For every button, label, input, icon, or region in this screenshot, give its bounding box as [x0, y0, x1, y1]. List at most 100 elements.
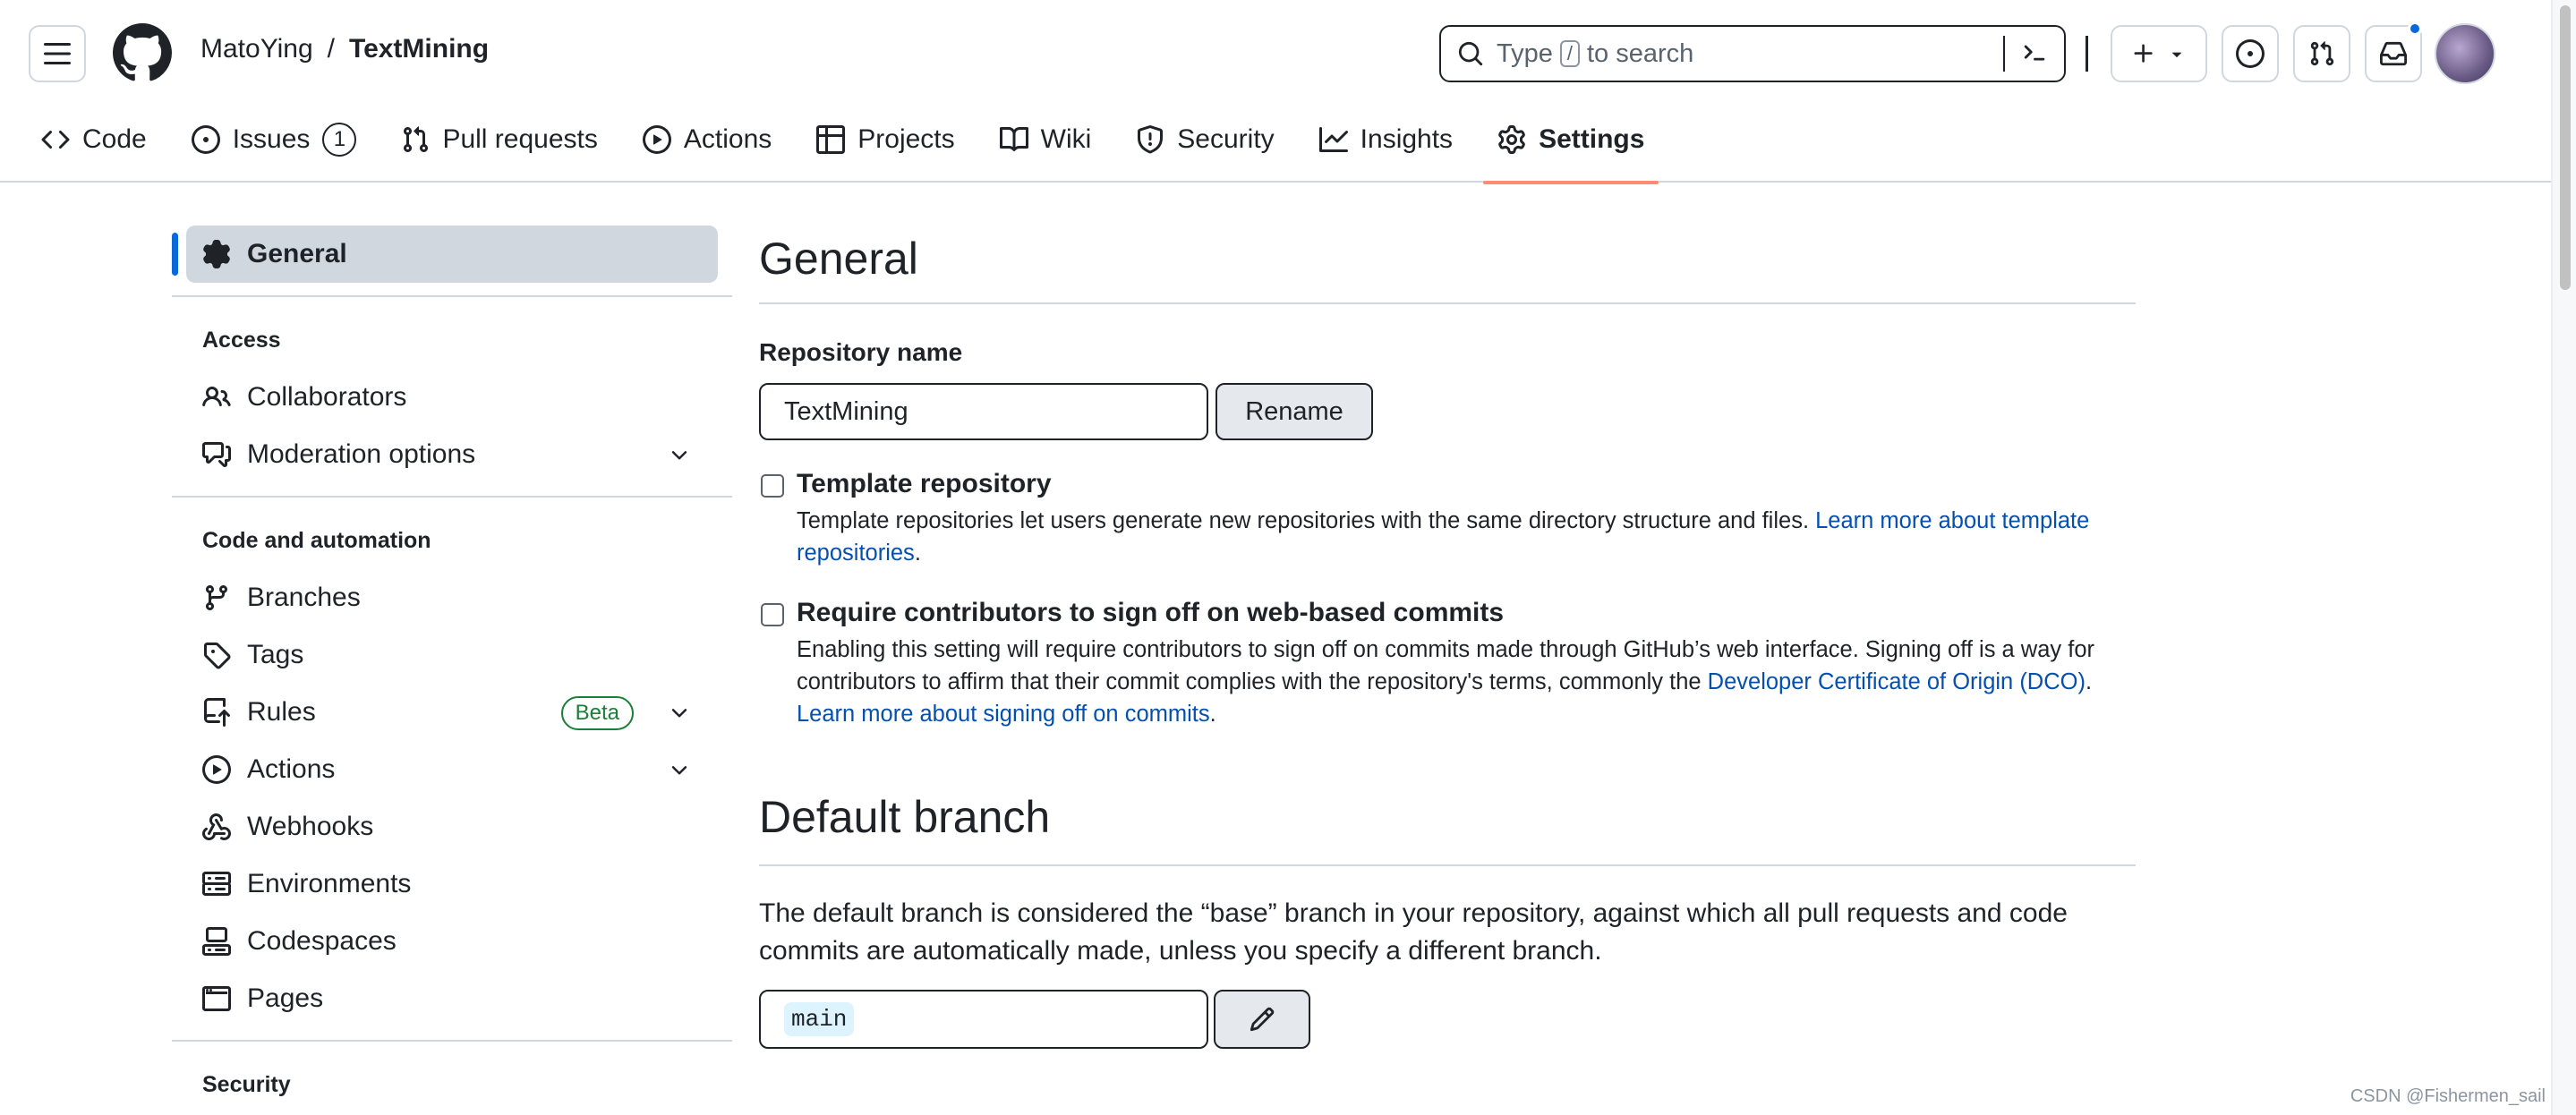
webhook-icon	[202, 813, 231, 840]
tab-security[interactable]: Security	[1136, 122, 1275, 157]
pull-request-icon	[2310, 41, 2334, 66]
server-icon	[202, 872, 231, 896]
search-shortcut-key: /	[1559, 40, 1580, 67]
chevron-down-icon[interactable]	[668, 702, 691, 725]
sidebar-item-label: Webhooks	[247, 812, 374, 841]
repo-push-icon	[204, 698, 230, 727]
tab-issues[interactable]: Issues 1	[191, 122, 357, 157]
chevron-down-icon[interactable]	[668, 444, 691, 467]
sidebar-item-environments[interactable]: Environments	[202, 859, 704, 909]
breadcrumb-separator: /	[327, 34, 335, 64]
tab-wiki-label: Wiki	[1040, 124, 1092, 154]
sidebar-item-codespaces[interactable]: Codespaces	[202, 916, 704, 966]
create-new-button[interactable]	[2111, 25, 2207, 82]
template-desc-text: Template repositories let users generate…	[797, 508, 1810, 533]
code-icon	[41, 130, 70, 149]
sidebar-item-pages[interactable]: Pages	[202, 974, 704, 1024]
edit-default-branch-button[interactable]	[1214, 990, 1310, 1049]
shield-icon	[1138, 125, 1164, 154]
search-input[interactable]: Type / to search	[1439, 25, 2066, 82]
tab-issues-label: Issues	[232, 124, 311, 154]
plus-icon	[2134, 44, 2153, 63]
template-repository-description: Template repositories let users generate…	[797, 505, 2121, 569]
breadcrumb-repo[interactable]: TextMining	[349, 34, 489, 64]
default-branch-name: main	[784, 1002, 855, 1036]
sidebar-item-general[interactable]: General	[172, 226, 718, 283]
signoff-learn-more-link[interactable]: Learn more about signing off on commits	[797, 702, 1210, 727]
caret-down-icon	[2171, 52, 2182, 57]
avatar[interactable]	[2435, 23, 2495, 84]
tab-wiki[interactable]: Wiki	[999, 122, 1092, 157]
tab-code[interactable]: Code	[41, 122, 147, 157]
sidebar-item-label: Actions	[247, 754, 336, 784]
breadcrumb-owner[interactable]: MatoYing	[200, 34, 313, 64]
search-placeholder-prefix: Type	[1497, 38, 1553, 68]
template-desc-end: .	[914, 540, 921, 566]
tab-actions[interactable]: Actions	[642, 122, 772, 157]
tab-pull-requests[interactable]: Pull requests	[401, 122, 598, 157]
menu-button[interactable]	[29, 25, 86, 82]
sidebar-item-general-label: General	[247, 239, 347, 268]
search-icon	[1458, 41, 1483, 66]
header-divider	[2086, 36, 2088, 72]
issue-icon	[191, 125, 220, 154]
tab-security-label: Security	[1177, 124, 1275, 154]
page-title: General	[759, 234, 918, 284]
sidebar-divider	[172, 496, 732, 498]
tab-projects-label: Projects	[857, 124, 955, 154]
gear-icon	[1498, 125, 1525, 154]
tab-projects[interactable]: Projects	[816, 122, 955, 157]
chevron-down-icon[interactable]	[668, 759, 691, 782]
issues-button[interactable]	[2222, 25, 2279, 82]
sidebar-divider	[172, 295, 732, 297]
repo-tabs: Code Issues 1 Pull requests Actions Proj…	[41, 122, 1689, 184]
graph-icon	[1318, 127, 1348, 152]
signoff-desc-end: .	[1209, 702, 1216, 727]
page-scrollbar[interactable]	[2551, 0, 2576, 1115]
tab-insights-label: Insights	[1360, 124, 1454, 154]
sidebar-item-actions[interactable]: Actions	[202, 745, 704, 795]
table-icon	[816, 125, 846, 154]
tab-actions-label: Actions	[683, 124, 772, 154]
repo-name-label: Repository name	[759, 338, 963, 366]
sidebar-item-label: Rules	[247, 697, 316, 727]
breadcrumb: MatoYing / TextMining	[200, 34, 489, 64]
sidebar-item-moderation-options[interactable]: Moderation options	[202, 430, 704, 480]
terminal-icon	[2024, 45, 2045, 61]
tag-icon	[204, 643, 231, 669]
dco-link[interactable]: Developer Certificate of Origin (DCO)	[1708, 669, 2086, 694]
sidebar-heading-security: Security	[202, 1072, 291, 1097]
issue-opened-icon	[2236, 39, 2265, 68]
tab-pull-requests-label: Pull requests	[442, 124, 598, 154]
signoff-description: Enabling this setting will require contr…	[797, 634, 2121, 730]
sidebar-item-rules[interactable]: Rules Beta	[202, 687, 704, 737]
git-branch-icon	[205, 585, 227, 611]
default-branch-description: The default branch is considered the “ba…	[759, 898, 2068, 966]
scrollbar-thumb[interactable]	[2560, 5, 2571, 290]
sidebar-item-label: Pages	[247, 983, 324, 1013]
command-palette-button[interactable]	[2003, 36, 2064, 72]
pull-requests-button[interactable]	[2293, 25, 2350, 82]
repo-name-input[interactable]	[759, 383, 1208, 440]
beta-badge: Beta	[560, 696, 634, 730]
tab-settings[interactable]: Settings	[1483, 122, 1659, 184]
tab-insights[interactable]: Insights	[1318, 122, 1454, 157]
gear-icon	[203, 240, 230, 268]
tab-code-label: Code	[82, 124, 147, 154]
signoff-title: Require contributors to sign off on web-…	[797, 598, 1505, 627]
github-logo-icon[interactable]	[113, 23, 172, 82]
signoff-checkbox[interactable]	[761, 603, 784, 626]
pull-request-icon	[404, 126, 429, 153]
search-placeholder-suffix: to search	[1587, 38, 1694, 68]
sidebar-item-branches[interactable]: Branches	[202, 573, 704, 623]
rename-button[interactable]: Rename	[1215, 383, 1373, 440]
sidebar-item-collaborators[interactable]: Collaborators	[202, 372, 704, 422]
play-icon	[642, 125, 671, 154]
sidebar-item-label: Tags	[247, 640, 304, 669]
notification-indicator	[2408, 21, 2422, 36]
play-icon	[202, 755, 231, 784]
sidebar-item-tags[interactable]: Tags	[202, 630, 704, 680]
sidebar-item-webhooks[interactable]: Webhooks	[202, 802, 704, 852]
hamburger-icon	[44, 43, 71, 64]
template-repository-checkbox[interactable]	[761, 474, 784, 498]
